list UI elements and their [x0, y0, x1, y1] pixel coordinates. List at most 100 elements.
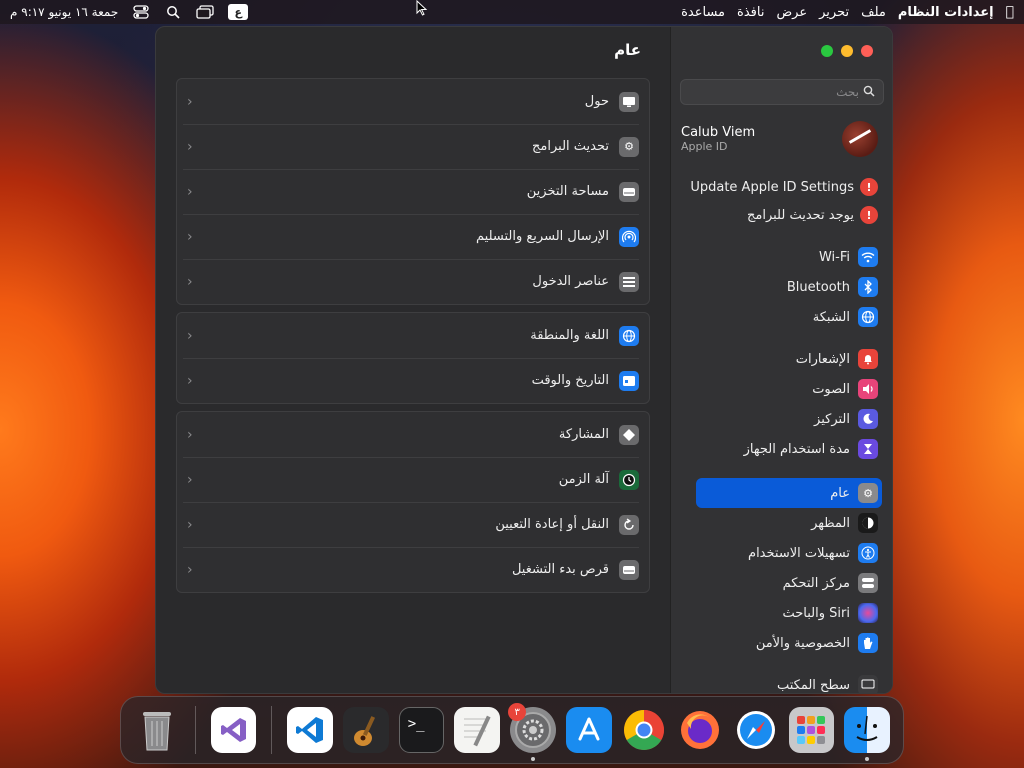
chevron-left-icon: ‹ [187, 426, 193, 443]
dock-system-settings[interactable]: ٣ [508, 703, 556, 761]
dock-garageband[interactable] [343, 707, 389, 753]
row-label: آلة الزمن [558, 472, 609, 487]
dock: >_ ٣ [120, 696, 904, 764]
dock-firefox[interactable] [677, 707, 723, 753]
sidebar-item-notifications[interactable]: الإشعارات [681, 346, 878, 372]
sidebar-item-general[interactable]: ⚙ عام [696, 478, 882, 508]
menu-view[interactable]: عرض [776, 5, 807, 20]
hand-icon [858, 633, 878, 653]
sidebar-item-sound[interactable]: الصوت [681, 376, 878, 402]
dock-chrome[interactable] [622, 707, 668, 753]
menu-help[interactable]: مساعدة [681, 5, 725, 20]
avatar [842, 121, 878, 157]
screen-mirroring-icon[interactable] [196, 5, 214, 19]
dock-finder[interactable] [844, 707, 890, 761]
dock-terminal[interactable]: >_ [398, 707, 445, 753]
sidebar-item-focus[interactable]: التركيز [681, 406, 878, 432]
minimize-button[interactable] [841, 45, 853, 57]
sidebar-item-wifi[interactable]: Wi-Fi [681, 244, 878, 270]
control-center-icon[interactable] [132, 5, 150, 19]
chevron-left-icon: ‹ [187, 273, 193, 290]
menu-file[interactable]: ملف [861, 5, 886, 20]
sidebar-search[interactable] [680, 79, 884, 105]
sidebar-item-accessibility[interactable]: تسهيلات الاستخدام [681, 540, 878, 566]
sidebar-item-appearance[interactable]: المظهر [681, 510, 878, 536]
speaker-icon [858, 379, 878, 399]
row-sharing[interactable]: المشاركة ‹ [177, 412, 649, 457]
dock-trash[interactable] [134, 707, 180, 753]
row-label: الإرسال السريع والتسليم [476, 229, 609, 244]
menu-window[interactable]: نافذة [737, 5, 764, 20]
sidebar-item-label: الإشعارات [795, 351, 850, 367]
close-button[interactable] [861, 45, 873, 57]
display-icon [619, 91, 639, 112]
spotlight-search-icon[interactable] [164, 5, 182, 19]
chevron-left-icon: ‹ [187, 327, 193, 344]
chevron-left-icon: ‹ [187, 228, 193, 245]
account-name: Calub Viem [681, 125, 756, 140]
sidebar-item-siri-spotlight[interactable]: Siri والباحث [681, 600, 878, 626]
sidebar-item-bluetooth[interactable]: Bluetooth [681, 274, 878, 300]
row-language-region[interactable]: اللغة والمنطقة ‹ [177, 313, 649, 358]
bluetooth-icon [858, 277, 878, 297]
row-transfer-reset[interactable]: النقل أو إعادة التعيين ‹ [177, 502, 649, 547]
gear-icon: ⚙ [619, 136, 639, 157]
row-airdrop[interactable]: الإرسال السريع والتسليم ‹ [177, 214, 649, 259]
row-about[interactable]: حول ‹ [177, 79, 649, 124]
calendar-icon [619, 370, 639, 391]
input-source-badge[interactable]: ع [228, 4, 249, 20]
row-login-items[interactable]: عناصر الدخول ‹ [177, 259, 649, 304]
chevron-left-icon: ‹ [187, 561, 193, 578]
settings-group-3: المشاركة ‹ آلة الزمن ‹ النقل أو إعادة ال… [176, 411, 650, 593]
sidebar-item-label: يوجد تحديث للبرامج [746, 207, 854, 223]
dock-visual-studio[interactable] [210, 707, 257, 753]
apple-id-account[interactable]: Calub Viem Apple ID [681, 119, 878, 159]
dock-launchpad[interactable] [788, 707, 835, 753]
sidebar-item-label: مدة استخدام الجهاز [743, 441, 850, 457]
apple-menu-icon[interactable]:  [1006, 4, 1014, 20]
wifi-icon [858, 247, 878, 267]
search-input[interactable] [689, 85, 859, 99]
sidebar-item-network[interactable]: الشبكة [681, 304, 878, 330]
menu-edit[interactable]: تحرير [819, 5, 849, 20]
moon-icon [858, 409, 878, 429]
list-icon [619, 271, 639, 292]
dock-app-store[interactable] [565, 707, 612, 753]
sidebar-item-screen-time[interactable]: مدة استخدام الجهاز [681, 436, 878, 462]
zoom-button[interactable] [821, 45, 833, 57]
sidebar-item-label: الخصوصية والأمن [755, 635, 850, 651]
sidebar-item-privacy-security[interactable]: الخصوصية والأمن [681, 630, 878, 656]
sidebar-alert-apple-id[interactable]: ! Update Apple ID Settings [681, 174, 878, 200]
sidebar-item-control-center[interactable]: مركز التحكم [681, 570, 878, 596]
row-label: المشاركة [558, 427, 609, 442]
mouse-cursor-icon [416, 0, 428, 16]
chevron-left-icon: ‹ [187, 183, 193, 200]
row-label: اللغة والمنطقة [530, 328, 609, 343]
dock-safari[interactable] [733, 707, 779, 753]
globe-icon [858, 307, 878, 327]
dock-separator [194, 706, 196, 754]
row-startup-disk[interactable]: قرص بدء التشغيل ‹ [177, 547, 649, 592]
menu-app-name[interactable]: إعدادات النظام [898, 5, 994, 20]
row-storage[interactable]: مساحة التخزين ‹ [177, 169, 649, 214]
bell-icon [858, 349, 878, 369]
menubar-clock[interactable]: جمعة ١٦ يونيو ٩:١٧ م [10, 5, 118, 19]
dock-textedit[interactable] [454, 707, 501, 753]
reset-icon [619, 514, 639, 535]
sidebar-alert-software-update[interactable]: ! يوجد تحديث للبرامج [681, 202, 878, 228]
hourglass-icon [858, 439, 878, 459]
globe-icon [619, 325, 639, 346]
row-label: حول [584, 94, 609, 109]
running-indicator [865, 757, 870, 761]
sidebar-item-desktop[interactable]: سطح المكتب [681, 672, 878, 693]
chevron-left-icon: ‹ [187, 372, 193, 389]
row-date-time[interactable]: التاريخ والوقت ‹ [177, 358, 649, 403]
row-time-machine[interactable]: آلة الزمن ‹ [177, 457, 649, 502]
settings-group-2: اللغة والمنطقة ‹ التاريخ والوقت ‹ [176, 312, 650, 404]
dock-vscode[interactable] [287, 707, 334, 753]
sidebar-item-label: Update Apple ID Settings [690, 179, 854, 195]
row-label: قرص بدء التشغيل [511, 562, 609, 577]
chevron-left-icon: ‹ [187, 516, 193, 533]
row-software-update[interactable]: ⚙ تحديث البرامج ‹ [177, 124, 649, 169]
main-pane: عام حول ‹ ⚙ تحديث البرامج ‹ مساحة التخزي… [156, 27, 681, 693]
